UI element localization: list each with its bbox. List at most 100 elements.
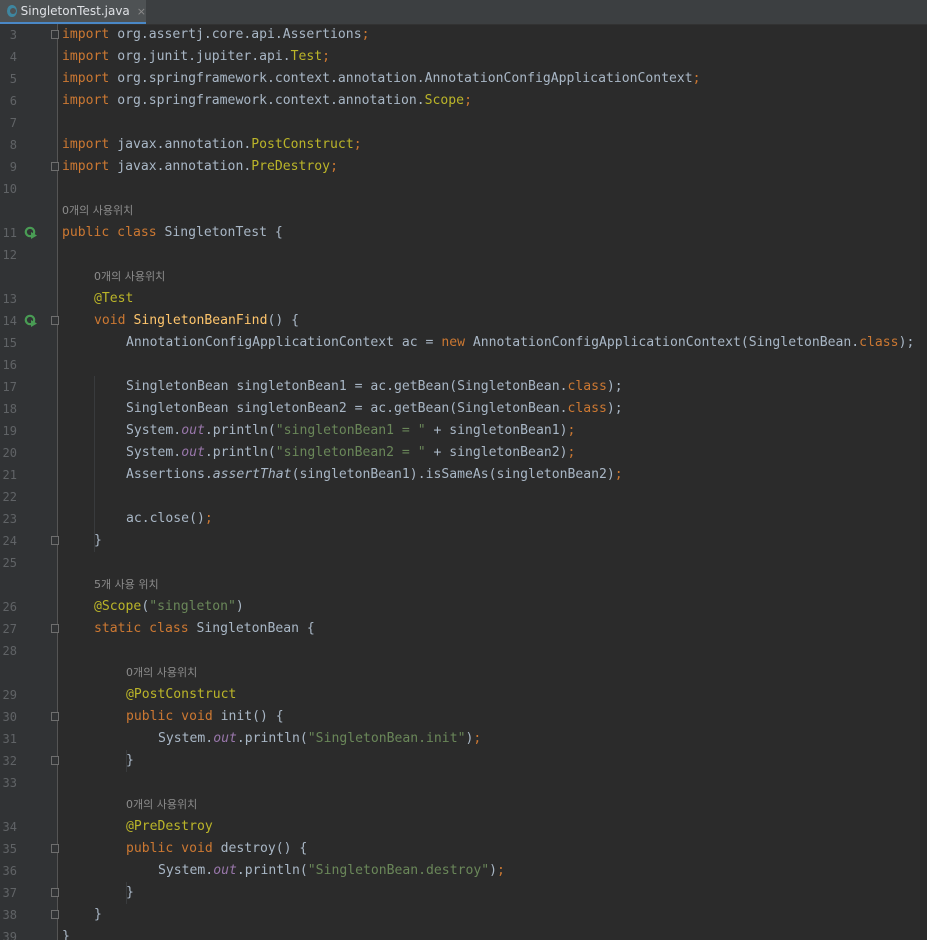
fold-icon[interactable] — [51, 756, 59, 765]
code-text: public void init() { — [126, 706, 284, 728]
line-number: 13 — [2, 292, 17, 306]
line-number: 27 — [2, 622, 17, 636]
token: out — [181, 445, 205, 460]
fold-icon[interactable] — [51, 30, 59, 39]
code-line: 32 } — [0, 750, 927, 772]
code-line: 17 SingletonBean singletonBean1 = ac.get… — [0, 376, 927, 398]
usage-hint[interactable]: 0개의 사용위치 — [94, 266, 165, 288]
code-line: 19 System.out.println("singletonBean1 = … — [0, 420, 927, 442]
code-text: @Test — [94, 288, 133, 310]
token: import — [62, 27, 110, 42]
usage-hint[interactable]: 5개 사용 위치 — [94, 574, 159, 596]
line-number: 26 — [2, 600, 17, 614]
tab-singleton-test[interactable]: SingletonTest.java × — [0, 0, 146, 24]
code-editor[interactable]: 3 import org.assertj.core.api.Assertions… — [0, 24, 927, 940]
line-number: 3 — [9, 28, 17, 42]
run-test-icon[interactable] — [24, 314, 38, 328]
code-text: import javax.annotation.PreDestroy; — [62, 156, 338, 178]
token: destroy() { — [212, 841, 308, 856]
usage-hint[interactable]: 0개의 사용위치 — [126, 794, 197, 816]
editor-tab-bar: SingletonTest.java × — [0, 0, 927, 25]
fold-icon[interactable] — [51, 316, 59, 325]
line-number: 38 — [2, 908, 17, 922]
token: ; — [464, 93, 472, 108]
line-number: 39 — [2, 930, 17, 940]
fold-icon[interactable] — [51, 712, 59, 721]
code-text: @PreDestroy — [126, 816, 213, 838]
line-number: 30 — [2, 710, 17, 724]
token: out — [213, 731, 237, 746]
token: ; — [322, 49, 331, 64]
token: } — [62, 929, 70, 940]
line-number: 9 — [9, 160, 17, 174]
token: SingletonBean { — [188, 621, 315, 636]
code-text: import org.springframework.context.annot… — [62, 68, 701, 90]
fold-icon[interactable] — [51, 624, 59, 633]
code-line: 4 import org.junit.jupiter.api.Test; — [0, 46, 927, 68]
token: System. — [158, 863, 214, 878]
line-number: 17 — [2, 380, 17, 394]
code-text: import org.springframework.context.annot… — [62, 90, 472, 112]
line-number: 23 — [2, 512, 17, 526]
code-line: 26 @Scope("singleton") — [0, 596, 927, 618]
line-number: 10 — [2, 182, 17, 196]
fold-icon[interactable] — [51, 910, 59, 919]
token: out — [213, 863, 237, 878]
line-number: 36 — [2, 864, 17, 878]
line-number: 37 — [2, 886, 17, 900]
code-line: 11 public class SingletonTest { — [0, 222, 927, 244]
line-number: 8 — [9, 138, 17, 152]
usage-hint-line: 0개의 사용위치 — [0, 200, 927, 222]
token: PreDestroy — [251, 159, 331, 174]
usage-hint-line: 0개의 사용위치 — [0, 662, 927, 684]
token: out — [181, 423, 205, 438]
line-number: 5 — [9, 72, 17, 86]
line-number: 19 — [2, 424, 17, 438]
code-text: public void destroy() { — [126, 838, 307, 860]
fold-icon[interactable] — [51, 844, 59, 853]
line-number: 28 — [2, 644, 17, 658]
token: javax.annotation. — [109, 159, 252, 174]
line-number: 33 — [2, 776, 17, 790]
usage-hint[interactable]: 0개의 사용위치 — [126, 662, 197, 684]
code-line: 9 import javax.annotation.PreDestroy; — [0, 156, 927, 178]
token: org.assertj.core.api.Assertions — [109, 27, 362, 42]
code-line: 35 public void destroy() { — [0, 838, 927, 860]
token: org.junit.jupiter.api. — [109, 49, 291, 64]
code-line: 22 — [0, 486, 927, 508]
token: javax.annotation. — [109, 137, 252, 152]
token: @PostConstruct — [126, 687, 237, 702]
code-text: } — [126, 750, 134, 772]
code-line: 24 } — [0, 530, 927, 552]
token: "SingletonBean.destroy" — [307, 863, 490, 878]
token: init() { — [212, 709, 284, 724]
token: ; — [692, 71, 701, 86]
code-text: Assertions.assertThat(singletonBean1).is… — [126, 464, 623, 486]
code-line: 23 ac.close(); — [0, 508, 927, 530]
token: ; — [473, 731, 482, 746]
usage-hint-line: 0개의 사용위치 — [0, 794, 927, 816]
line-number: 18 — [2, 402, 17, 416]
code-line: 8 import javax.annotation.PostConstruct; — [0, 134, 927, 156]
fold-icon[interactable] — [51, 162, 59, 171]
usage-hint-line: 0개의 사용위치 — [0, 266, 927, 288]
line-number: 24 — [2, 534, 17, 548]
run-test-icon[interactable] — [24, 226, 38, 240]
token: } — [126, 753, 134, 768]
token: System. — [158, 731, 214, 746]
token: SingletonBeanFind — [133, 313, 268, 328]
fold-icon[interactable] — [51, 888, 59, 897]
line-number: 29 — [2, 688, 17, 702]
code-line: 34 @PreDestroy — [0, 816, 927, 838]
fold-icon[interactable] — [51, 536, 59, 545]
usage-hint[interactable]: 0개의 사용위치 — [62, 200, 133, 222]
code-line: 5 import org.springframework.context.ann… — [0, 68, 927, 90]
token: org.springframework.context.annotation. — [109, 93, 425, 108]
line-number: 35 — [2, 842, 17, 856]
token: class — [567, 401, 607, 416]
close-icon[interactable]: × — [137, 5, 146, 18]
token: .println( — [204, 423, 276, 438]
java-class-icon — [7, 5, 17, 17]
token: import — [62, 93, 110, 108]
code-line: 15 AnnotationConfigApplicationContext ac… — [0, 332, 927, 354]
